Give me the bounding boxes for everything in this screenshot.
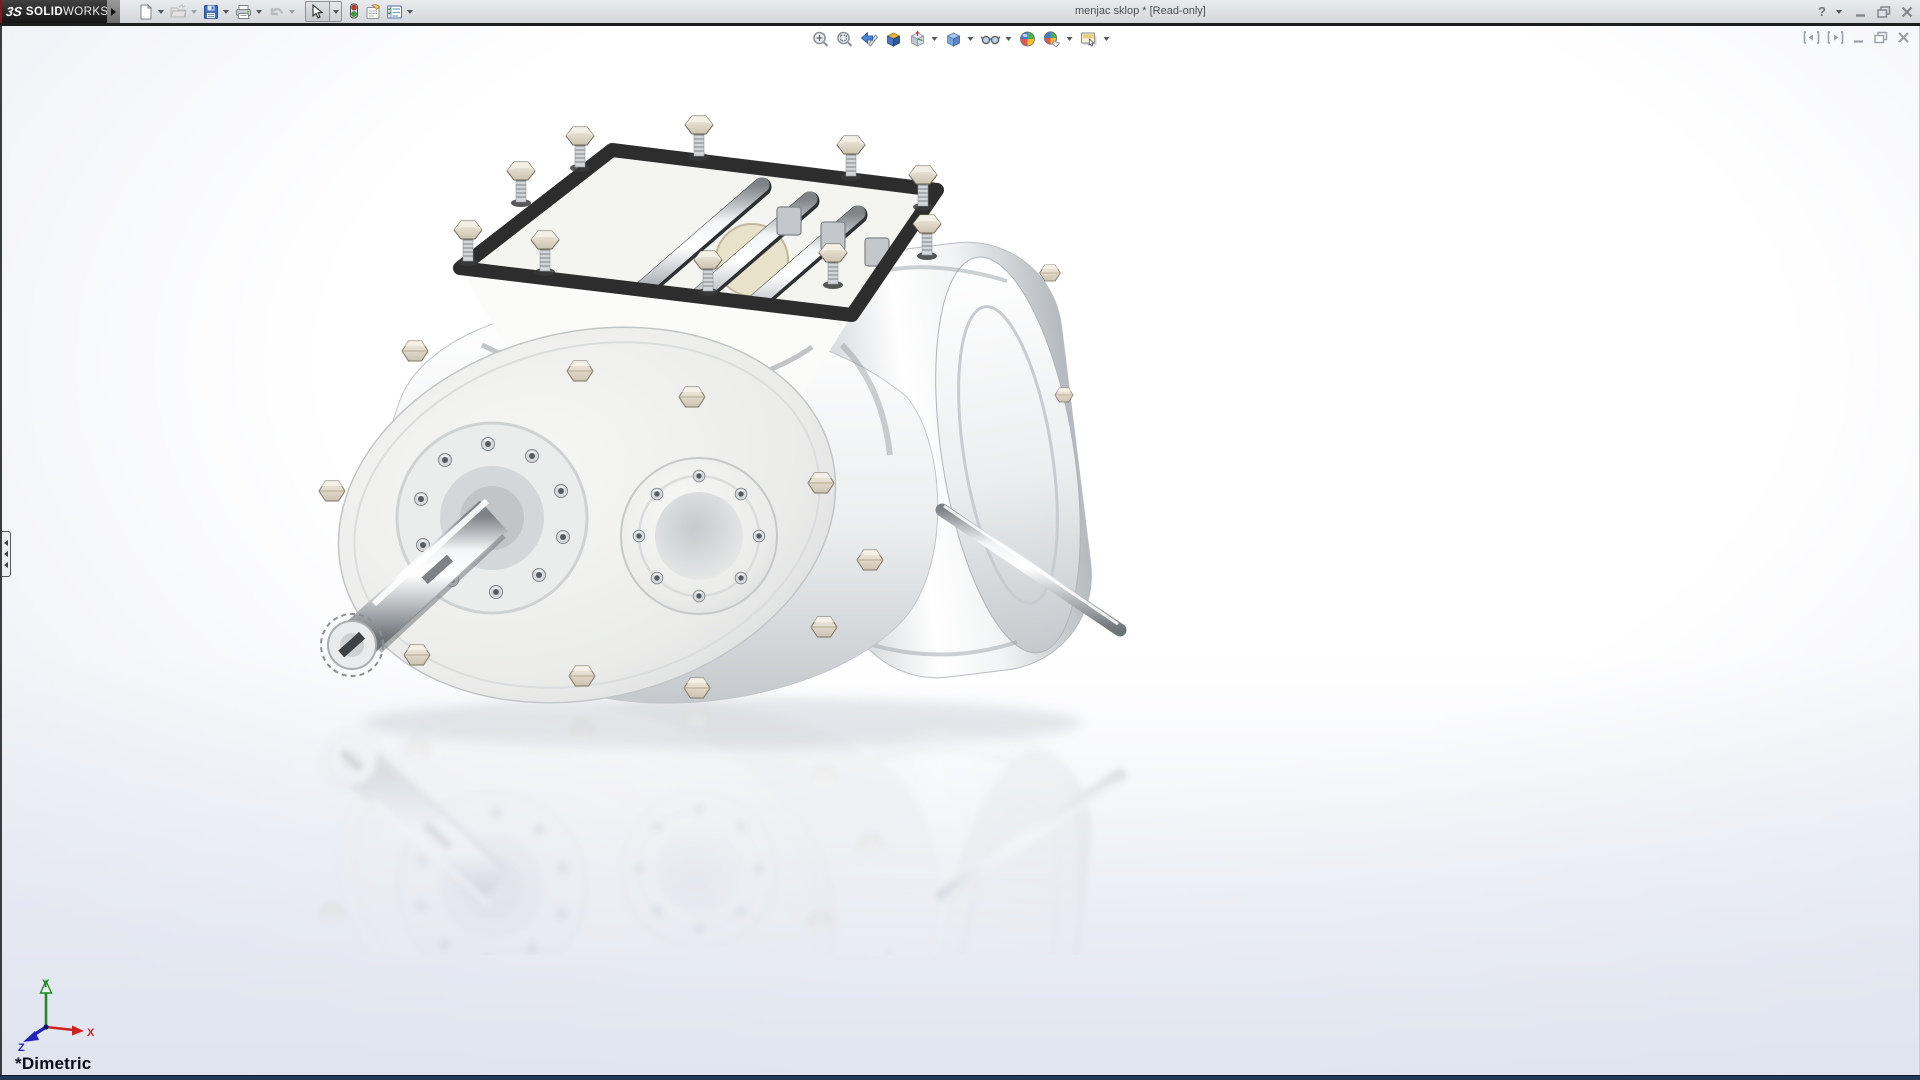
print-button[interactable] [233, 1, 254, 23]
options-button[interactable] [384, 1, 405, 23]
view-settings-icon [1079, 30, 1098, 48]
display-style-dropdown-arrow[interactable] [967, 37, 973, 41]
expand-right-pane-button[interactable] [1827, 30, 1844, 45]
new-document-icon [138, 4, 154, 20]
previous-view-button[interactable] [856, 29, 881, 49]
apply-scene-icon [1042, 30, 1061, 48]
hide-show-items-eyeglasses-icon [980, 30, 1000, 48]
brand-secondary: WORKS [63, 6, 108, 18]
help-dropdown-arrow[interactable] [1836, 10, 1842, 14]
apply-scene-button[interactable] [1039, 29, 1064, 49]
orientation-triad: Y X Z [10, 975, 96, 1051]
view-settings-button[interactable] [1076, 29, 1101, 49]
zoom-to-fit-button[interactable] [808, 29, 832, 49]
open-dropdown-arrow[interactable] [191, 10, 197, 14]
view-settings-dropdown-arrow[interactable] [1103, 37, 1109, 41]
open-button[interactable] [168, 1, 189, 23]
zoom-to-area-icon [835, 30, 853, 48]
close-button[interactable] [1900, 5, 1914, 19]
collapse-arrow-icon [4, 551, 8, 557]
window-title: menjac sklop * [Read-only] [1075, 0, 1206, 23]
minimize-document-button[interactable] [1851, 30, 1866, 45]
display-style-button[interactable] [941, 29, 965, 49]
gearbox-3d-model [282, 95, 1162, 955]
previous-view-icon [859, 30, 878, 48]
flyout-arrow-icon [111, 8, 116, 16]
new-dropdown-arrow[interactable] [158, 10, 164, 14]
titlebar-separator [0, 23, 1920, 26]
restore-button[interactable] [1876, 5, 1892, 19]
featuremanager-collapsed-tab[interactable] [2, 531, 11, 577]
status-bar-edge [0, 1075, 1920, 1080]
help-button[interactable]: ? [1818, 0, 1826, 23]
triad-x-label: X [87, 1027, 95, 1039]
main-toolbar [136, 0, 417, 23]
section-view-button[interactable] [881, 29, 905, 49]
restore-document-button[interactable] [1873, 30, 1889, 45]
section-view-icon [884, 30, 902, 48]
menu-flyout-button[interactable] [107, 0, 120, 23]
collapse-left-pane-button[interactable] [1803, 30, 1820, 45]
select-cursor-icon [311, 4, 324, 19]
app-logo: 3S SOLIDWORKS [0, 0, 107, 23]
print-dropdown-arrow[interactable] [256, 10, 262, 14]
collapse-arrow-icon [4, 562, 8, 568]
document-window-controls [1803, 30, 1911, 45]
select-tool [305, 1, 342, 22]
minimize-button[interactable] [1854, 5, 1868, 19]
triad-z-label: Z [18, 1042, 25, 1051]
view-orientation-label: *Dimetric [15, 1054, 91, 1074]
logo-accent-strip [0, 0, 2, 23]
view-orientation-dropdown-arrow[interactable] [931, 37, 937, 41]
close-document-button[interactable] [1896, 30, 1911, 45]
edit-appearance-sphere-icon [1018, 30, 1036, 48]
title-bar: 3S SOLIDWORKS [0, 0, 1920, 23]
undo-button[interactable] [266, 1, 287, 23]
view-orientation-button[interactable] [905, 29, 929, 49]
headsup-view-toolbar [808, 29, 1113, 49]
file-properties-button[interactable] [362, 1, 384, 23]
view-orientation-icon [908, 30, 926, 48]
rebuild-traffic-light-icon [348, 3, 360, 20]
brand-glyph: 3S [5, 4, 23, 19]
collapse-arrow-icon [4, 540, 8, 546]
hide-show-items-button[interactable] [977, 29, 1003, 49]
triad-y-label: Y [42, 978, 50, 990]
display-style-icon [944, 30, 962, 48]
save-icon [203, 4, 219, 20]
edit-appearance-button[interactable] [1015, 29, 1039, 49]
select-dropdown-arrow [333, 10, 339, 14]
rebuild-button[interactable] [346, 1, 362, 23]
zoom-to-fit-icon [811, 30, 829, 48]
apply-scene-dropdown-arrow[interactable] [1066, 37, 1072, 41]
undo-icon [268, 4, 285, 20]
graphics-viewport[interactable]: Y X Z *Dimetric [0, 26, 1920, 1075]
file-properties-icon [364, 4, 382, 20]
zoom-to-area-button[interactable] [832, 29, 856, 49]
undo-dropdown-arrow[interactable] [289, 10, 295, 14]
options-checklist-icon [386, 4, 403, 20]
new-document-button[interactable] [136, 1, 156, 23]
save-button[interactable] [201, 1, 221, 23]
brand-primary: SOLID [26, 6, 63, 18]
print-icon [235, 4, 252, 20]
save-dropdown-arrow[interactable] [223, 10, 229, 14]
select-button[interactable] [305, 1, 329, 22]
app-window-controls: ? [1818, 0, 1914, 23]
hide-show-items-dropdown-arrow[interactable] [1005, 37, 1011, 41]
options-dropdown-arrow[interactable] [407, 10, 413, 14]
open-icon [170, 4, 187, 20]
select-dropdown-button[interactable] [329, 1, 342, 22]
